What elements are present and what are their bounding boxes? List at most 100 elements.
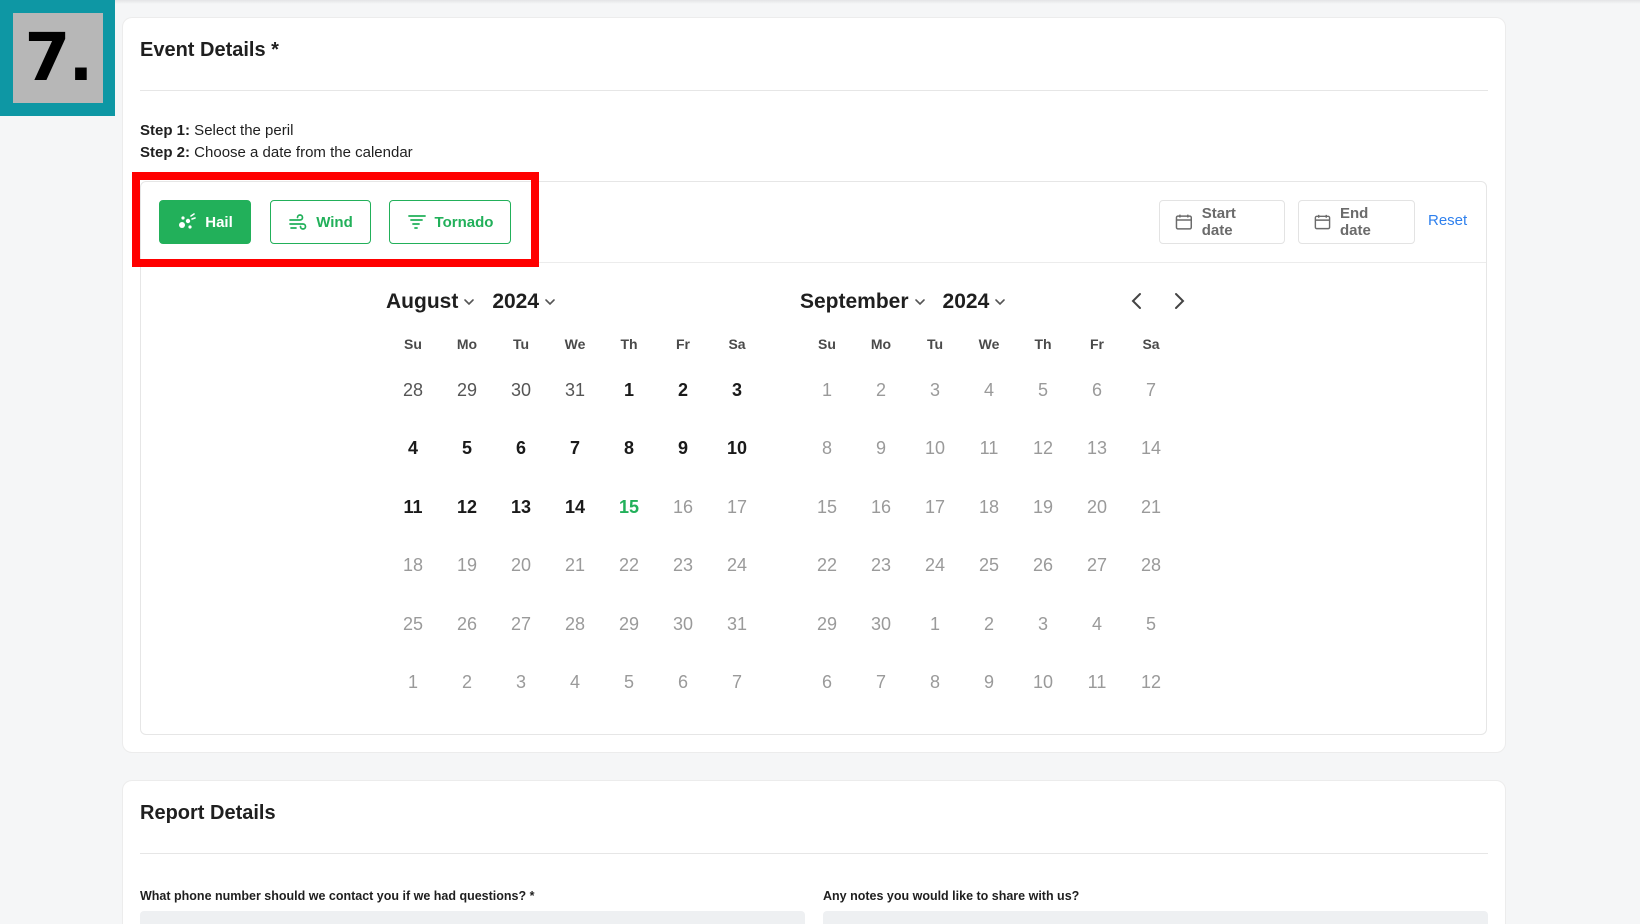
calendar-day[interactable]: 3 [710,361,764,420]
notes-input[interactable] [823,911,1488,924]
weekday-label: Su [404,336,422,352]
calendar-day: 4 [569,672,580,693]
step-badge: 7. [0,0,115,116]
calendar-day: 1 [929,613,940,634]
calendar-day: 29 [816,613,838,634]
calendar-day: 17 [924,496,946,517]
day-grid: Su Mo Tu We Th Fr Sa 1 2 3 4 5 6 7 8 9 10 11 12 13 14 15 16 17 1… [800,327,1178,712]
calendar-day: 2 [983,613,994,634]
calendar-day: 25 [402,613,424,634]
start-date-button[interactable]: Start date [1159,200,1285,244]
calendar-day[interactable]: 7 [548,420,602,479]
calendar-day[interactable]: 4 [386,420,440,479]
calendar-day[interactable]: 2 [656,361,710,420]
calendar-day[interactable]: 1 [602,361,656,420]
calendar-day[interactable]: 10 [710,420,764,479]
chevron-down-icon [914,299,925,306]
calendar-day: 22 [816,555,838,576]
calendar-day: 15 [816,496,838,517]
calendar-day[interactable]: 12 [440,478,494,537]
calendar-day: 28 [564,613,586,634]
calendar-day: 19 [456,555,478,576]
chevron-down-icon [464,299,475,306]
year-value: 2024 [942,290,990,313]
year-select[interactable]: 2024 [943,290,1008,314]
calendar-day[interactable]: 28 [386,361,440,420]
calendar-day: 30 [870,613,892,634]
calendar-day[interactable]: 13 [494,478,548,537]
next-month-button[interactable] [1167,289,1191,313]
calendar-day: 31 [726,613,748,634]
calendar-day: 18 [402,555,424,576]
calendar-day: 6 [1091,379,1102,400]
step-2: Step 2: Choose a date from the calendar [140,142,413,164]
calendar-day: 11 [1087,672,1107,693]
calendar-day[interactable]: 30 [494,361,548,420]
calendar-day: 3 [1037,613,1048,634]
report-details-card: Report Details What phone number should … [122,780,1506,924]
weekday-label: Sa [728,336,746,352]
calendar-day[interactable]: 8 [602,420,656,479]
calendar-day: 17 [726,496,748,517]
calendar-day: 21 [564,555,586,576]
calendar-icon [1314,214,1331,230]
month-select[interactable]: August [386,290,476,314]
month-name: August [386,290,459,313]
calendar-day: 5 [623,672,634,693]
step-badge-inner: 7. [13,13,103,103]
instructions: Step 1: Select the peril Step 2: Choose … [140,120,413,164]
calendar-day: 13 [1086,438,1108,459]
calendar-day: 10 [1032,672,1054,693]
calendar-day: 12 [1032,438,1054,459]
calendar-day[interactable]: 9 [656,420,710,479]
calendar-day[interactable]: 14 [548,478,602,537]
event-details-card: Event Details * Step 1: Select the peril… [122,17,1506,753]
divider [140,90,1488,91]
year-value: 2024 [492,290,540,313]
prev-month-button[interactable] [1125,289,1149,313]
calendar-icon [1175,214,1193,230]
calendar-day: 7 [731,672,742,693]
calendar-day[interactable]: 5 [440,420,494,479]
calendar-day[interactable]: 15 [602,478,656,537]
calendar-day: 23 [870,555,892,576]
weekday-label: Tu [926,336,944,352]
calendar-day[interactable]: 11 [386,478,440,537]
calendar-day: 1 [407,672,418,693]
calendar-day: 14 [1140,438,1162,459]
chevron-down-icon [995,299,1006,306]
calendar-day: 19 [1032,496,1054,517]
chevron-right-icon [1175,293,1185,309]
phone-question-label: What phone number should we contact you … [140,889,535,903]
weekday-label: Th [620,336,638,352]
calendar-day[interactable]: 31 [548,361,602,420]
month-select[interactable]: September [800,290,927,314]
calendar-day: 28 [1140,555,1162,576]
report-details-title: Report Details [140,802,276,824]
calendar-day: 3 [929,379,940,400]
chevron-down-icon [545,299,555,306]
end-date-label: End date [1339,205,1371,239]
month-header: September 2024 [800,282,1023,322]
phone-input[interactable] [140,911,805,924]
highlight-box [132,172,539,267]
calendar-day[interactable]: 6 [494,420,548,479]
reset-link[interactable]: Reset [1428,212,1467,229]
calendar-day: 2 [461,672,472,693]
step-number: 7. [24,19,94,96]
calendar-day: 23 [672,555,694,576]
year-select[interactable]: 2024 [492,290,557,314]
divider [140,853,1488,854]
calendar-day[interactable]: 29 [440,361,494,420]
end-date-button[interactable]: End date [1298,200,1415,244]
weekday-label: We [564,336,586,352]
weekday-label: Tu [512,336,530,352]
calendar-day: 29 [618,613,640,634]
weekday-label: Su [818,336,836,352]
calendar-day: 26 [1032,555,1054,576]
weekday-label: Fr [1090,336,1104,352]
month-navigation [1125,289,1191,313]
calendar-day: 26 [456,613,478,634]
chevron-left-icon [1131,293,1141,309]
calendar-day: 4 [983,379,994,400]
